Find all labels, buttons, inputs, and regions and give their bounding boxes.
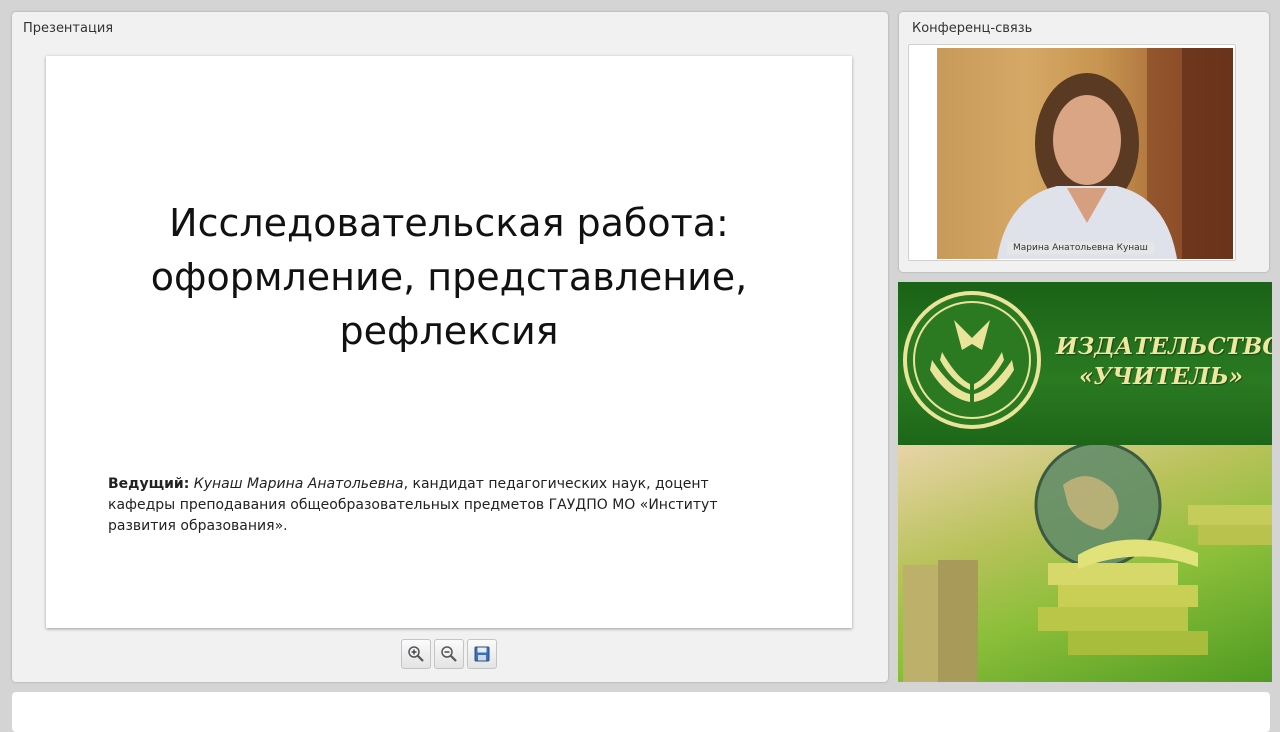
publisher-name: ИЗДАТЕЛЬСТВО «УЧИТЕЛЬ» [1056, 332, 1272, 392]
presentation-toolbar [401, 639, 497, 669]
slide-title-line: рефлексия [339, 309, 559, 353]
zoom-out-button[interactable] [434, 639, 464, 669]
books-globe-image [903, 445, 1272, 682]
save-icon [474, 646, 490, 662]
publisher-name-line1: ИЗДАТЕЛЬСТВО [1056, 333, 1272, 360]
participant-name-caption: Марина Анатольевна Кунаш [1007, 242, 1154, 254]
slide-title-line: оформление, представление, [150, 255, 748, 299]
presentation-slide: Исследовательская работа: оформление, пр… [46, 56, 852, 628]
conference-panel-title: Конференц-связь [912, 21, 1033, 36]
zoom-in-button[interactable] [401, 639, 431, 669]
save-button[interactable] [467, 639, 497, 669]
conference-panel: Конференц-связь Марина Анатольевна Кунаш [899, 12, 1269, 272]
publisher-name-line2: «УЧИТЕЛЬ» [1078, 363, 1244, 390]
publisher-banner[interactable]: ИЗДАТЕЛЬСТВО «УЧИТЕЛЬ» [898, 282, 1272, 682]
zoom-in-icon [408, 646, 424, 662]
bottom-panel [12, 692, 1270, 732]
slide-title: Исследовательская работа: оформление, пр… [46, 196, 852, 358]
presenter-name: Кунаш Марина Анатольевна [193, 476, 404, 492]
presentation-panel-title: Презентация [23, 21, 114, 36]
video-frame: Марина Анатольевна Кунаш [908, 44, 1236, 261]
zoom-out-icon [441, 646, 457, 662]
slide-title-line: Исследовательская работа: [169, 201, 729, 245]
participant-image [997, 48, 1233, 259]
participant-video[interactable]: Марина Анатольевна Кунаш [937, 48, 1233, 259]
presentation-panel: Презентация Исследовательская работа: оф… [12, 12, 888, 682]
publisher-banner-header: ИЗДАТЕЛЬСТВО «УЧИТЕЛЬ» [898, 282, 1272, 445]
publisher-banner-image [898, 445, 1272, 682]
slide-presenter-info: Ведущий: Кунаш Марина Анатольевна, канди… [108, 474, 778, 537]
presenter-label: Ведущий: [108, 476, 190, 492]
publisher-logo [903, 291, 1041, 429]
